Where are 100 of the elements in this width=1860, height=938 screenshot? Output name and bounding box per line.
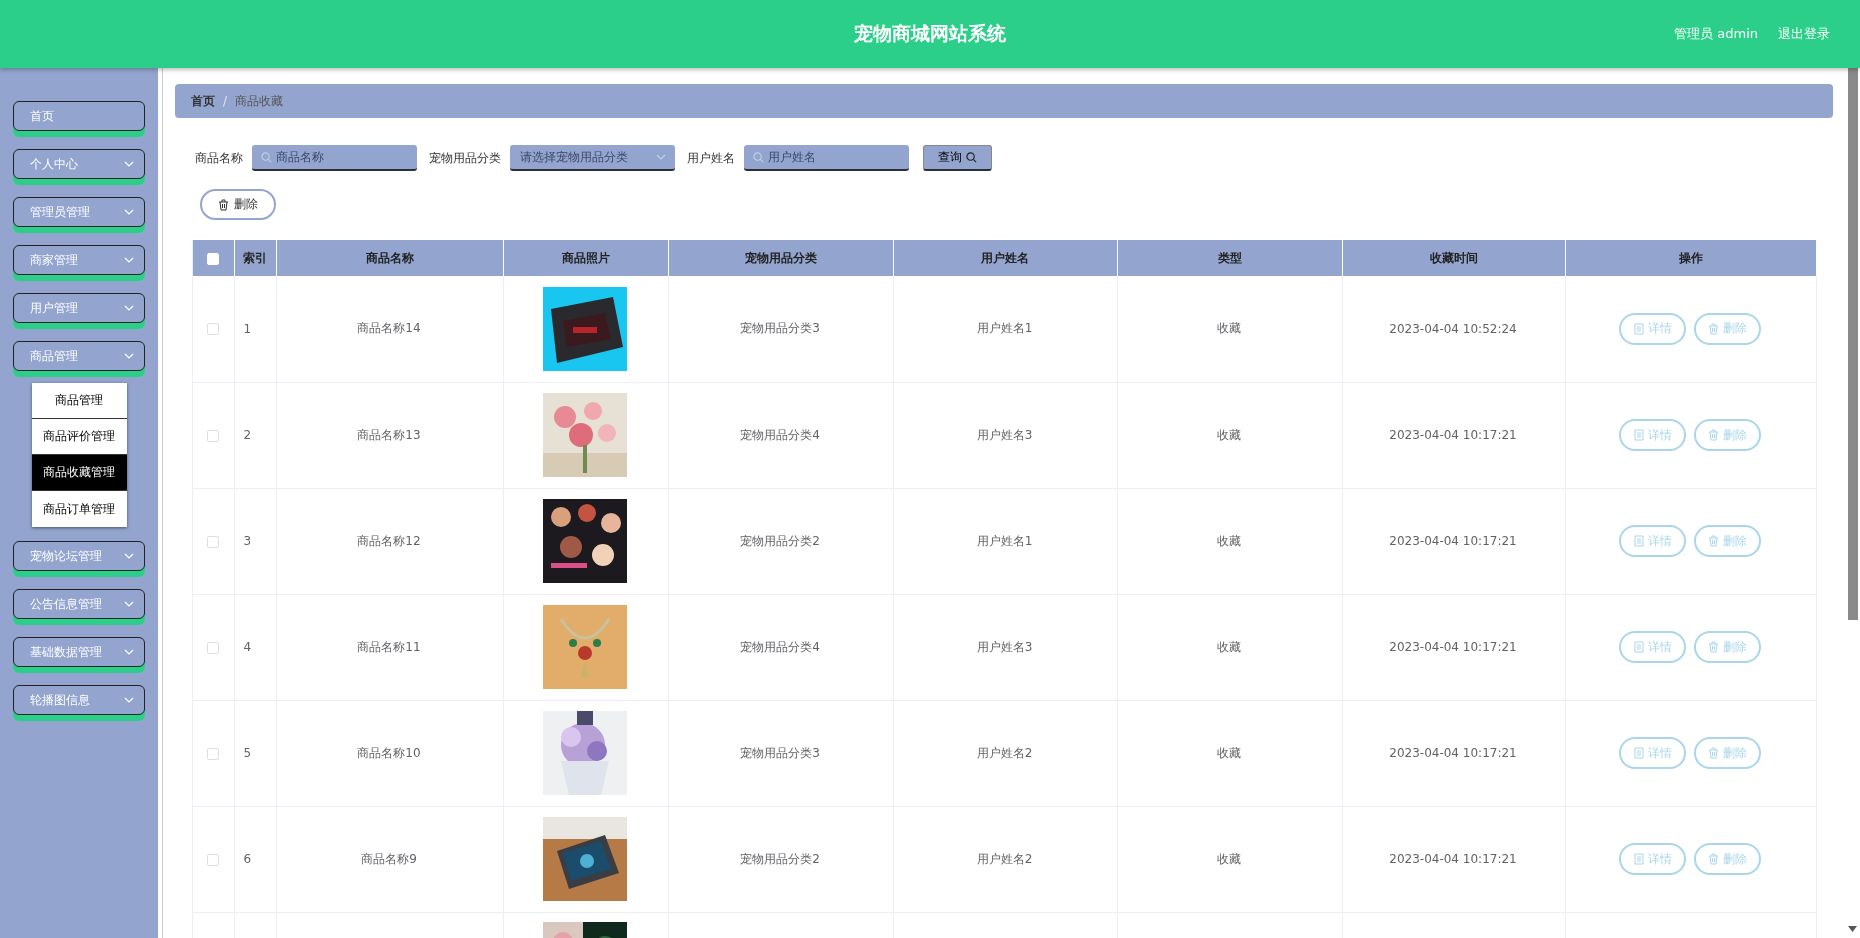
table-cell-text: 用户姓名3 (976, 639, 1033, 654)
table-cell-text: 用户姓名1 (976, 533, 1033, 548)
column-header: 索引 (234, 240, 276, 276)
chevron-down-icon (124, 553, 134, 559)
table-cell-text: 2023-04-04 10:17:21 (1389, 746, 1517, 760)
scrollbar[interactable] (1848, 68, 1858, 620)
table-cell-text: 商品名称11 (357, 639, 421, 654)
document-icon (1633, 853, 1644, 865)
row-checkbox[interactable] (206, 641, 219, 654)
row-checkbox[interactable] (206, 747, 219, 760)
document-icon (1633, 747, 1644, 759)
submenu-item[interactable]: 商品订单管理 (31, 491, 127, 527)
scroll-down-icon[interactable] (1848, 926, 1857, 932)
table-cell-text: 宠物用品分类3 (740, 745, 820, 760)
trash-icon (1708, 747, 1719, 759)
column-header: 操作 (1565, 240, 1816, 276)
table-cell-text: 商品名称9 (361, 851, 417, 866)
submenu-item[interactable]: 商品管理 (31, 383, 127, 419)
user-label: 管理员 admin (1674, 25, 1758, 43)
column-header: 商品照片 (503, 240, 668, 276)
details-button[interactable]: 详情 (1619, 843, 1686, 875)
table-cell-text: 商品名称13 (357, 427, 421, 442)
logout-link[interactable]: 退出登录 (1778, 25, 1830, 43)
table-cell-text: 宠物用品分类2 (740, 851, 820, 866)
table-cell-text: 商品名称12 (357, 533, 421, 548)
chevron-down-icon (124, 353, 134, 359)
delete-row-button[interactable]: 删除 (1694, 631, 1761, 663)
delete-row-button[interactable]: 删除 (1694, 419, 1761, 451)
table-cell-text: 4 (243, 640, 252, 654)
delete-row-button[interactable]: 删除 (1694, 525, 1761, 557)
delete-row-button[interactable]: 删除 (1694, 843, 1761, 875)
table-cell-text: 收藏 (1217, 639, 1241, 654)
chevron-down-icon (124, 649, 134, 655)
trash-icon (218, 198, 229, 211)
table-cell-text: 宠物用品分类4 (740, 639, 820, 654)
search-field[interactable]: 商品名称 (252, 145, 417, 171)
submenu-item[interactable]: 商品评价管理 (31, 419, 127, 455)
details-button[interactable]: 详情 (1619, 737, 1686, 769)
table-cell-text: 商品名称10 (357, 745, 421, 760)
chevron-down-icon (124, 209, 134, 215)
delete-button[interactable]: 删除 (200, 189, 276, 220)
table-cell-text: 2023-04-04 10:17:21 (1389, 640, 1517, 654)
row-checkbox[interactable] (206, 323, 219, 336)
search-icon (261, 151, 272, 163)
document-icon (1633, 322, 1644, 335)
row-checkbox[interactable] (206, 429, 219, 442)
trash-icon (1708, 641, 1719, 653)
chevron-down-icon (124, 257, 134, 263)
trash-icon (1708, 535, 1719, 547)
table-cell-text: 2023-04-04 10:17:21 (1389, 428, 1517, 442)
table-cell-text: 宠物用品分类2 (740, 533, 820, 548)
delete-row-button[interactable]: 删除 (1694, 737, 1761, 769)
table-cell-text: 收藏 (1217, 745, 1241, 760)
submenu-item[interactable]: 商品收藏管理 (31, 455, 127, 491)
filter-label: 商品名称 (195, 149, 243, 167)
table-cell-text: 用户姓名3 (976, 427, 1033, 442)
breadcrumb-link[interactable]: 首页 (191, 92, 215, 110)
table-cell-text: 6 (243, 852, 252, 866)
details-button[interactable]: 详情 (1619, 419, 1686, 451)
table-cell-text: 收藏 (1217, 321, 1241, 336)
table-cell-text: 宠物用品分类4 (740, 427, 820, 442)
details-button[interactable]: 详情 (1619, 525, 1686, 557)
filter-label: 宠物用品分类 (429, 149, 501, 167)
trash-icon (1708, 322, 1719, 335)
chevron-down-icon (124, 697, 134, 703)
column-header: 商品名称 (276, 240, 503, 276)
table-cell-text: 收藏 (1217, 533, 1241, 548)
row-checkbox[interactable] (206, 853, 219, 866)
table-cell-text: 宠物用品分类3 (740, 321, 820, 336)
chevron-down-icon (124, 161, 134, 167)
details-button[interactable]: 详情 (1619, 312, 1686, 345)
filter-label: 用户姓名 (687, 149, 735, 167)
column-header: 类型 (1117, 240, 1342, 276)
chevron-down-icon (656, 154, 666, 160)
table-cell-text: 收藏 (1217, 427, 1241, 442)
search-field[interactable]: 用户姓名 (744, 145, 909, 171)
site-title: 宠物商城网站系统 (854, 21, 1006, 46)
breadcrumb-current: 商品收藏 (235, 92, 284, 110)
chevron-down-icon (124, 601, 134, 607)
table-cell-text: 用户姓名2 (976, 745, 1033, 760)
query-button[interactable]: 查询 (923, 145, 992, 171)
table-cell-text: 收藏 (1217, 851, 1241, 866)
details-button[interactable]: 详情 (1619, 631, 1686, 663)
table-cell-text: 2023-04-04 10:17:21 (1389, 534, 1517, 548)
select-field[interactable]: 请选择宠物用品分类 (510, 145, 675, 171)
table-cell-text: 2023-04-04 10:52:24 (1389, 321, 1517, 336)
select-all-checkbox[interactable] (207, 252, 220, 265)
table-cell-text: 5 (243, 746, 252, 760)
row-checkbox[interactable] (206, 535, 219, 548)
trash-icon (1708, 853, 1719, 865)
column-header: 收藏时间 (1342, 240, 1565, 276)
delete-row-button[interactable]: 删除 (1694, 312, 1761, 345)
column-header: 用户姓名 (893, 240, 1117, 276)
chevron-down-icon (124, 305, 134, 311)
table-cell-text: 用户姓名2 (976, 851, 1033, 866)
column-header: 宠物用品分类 (668, 240, 893, 276)
table-cell-text: 1 (243, 321, 252, 336)
document-icon (1633, 429, 1644, 441)
document-icon (1633, 535, 1644, 547)
table-cell-text: 商品名称14 (357, 321, 421, 336)
